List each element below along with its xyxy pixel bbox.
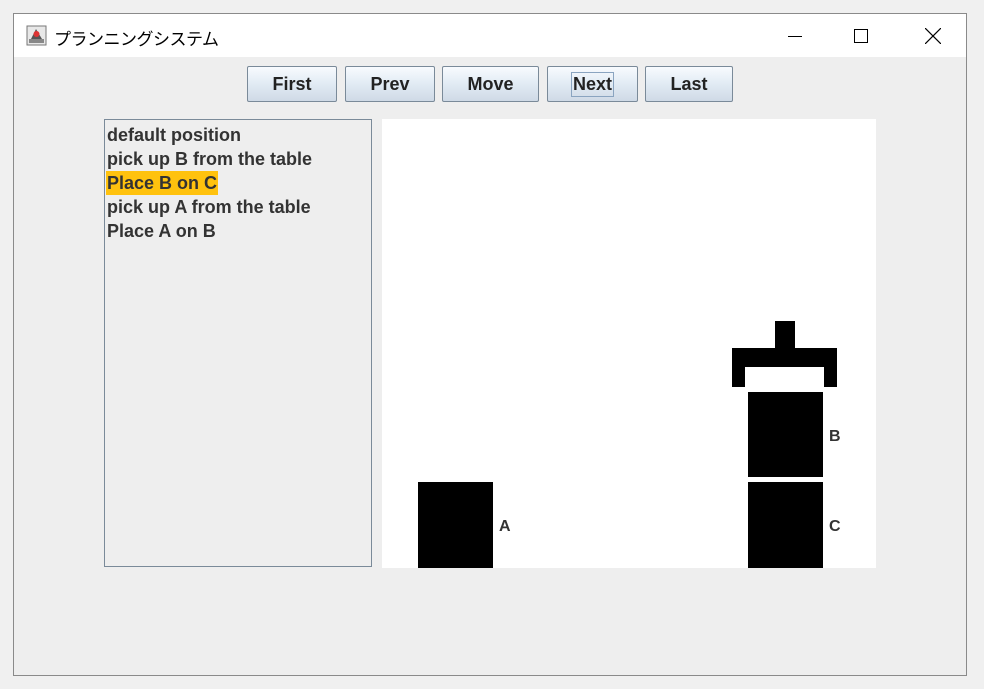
maximize-button[interactable] (838, 14, 884, 57)
block-b-label: B (829, 428, 841, 445)
first-button[interactable]: First (247, 66, 337, 102)
prev-button-label: Prev (370, 73, 410, 94)
blocks-world-scene: A C B (418, 321, 841, 568)
list-item-selected[interactable]: Place B on C (106, 171, 219, 195)
close-icon (925, 27, 941, 44)
window-title: プランニングシステム (54, 30, 219, 50)
maximize-icon (854, 28, 868, 43)
block-b (748, 392, 823, 477)
block-c-label: C (829, 518, 841, 535)
block-c (748, 482, 823, 568)
list-item[interactable]: pick up A from the table (106, 195, 312, 219)
plan-step-list[interactable]: default position pick up B from the tabl… (104, 119, 372, 567)
app-window: プランニングシステム First Prev Move Next Last def… (13, 13, 967, 676)
block-a (418, 482, 493, 568)
move-button-label: Move (467, 73, 514, 94)
blocks-world-canvas: A C B (382, 119, 876, 568)
last-button[interactable]: Last (645, 66, 733, 102)
prev-button[interactable]: Prev (345, 66, 435, 102)
block-a-label: A (499, 518, 511, 535)
minimize-icon (788, 35, 802, 37)
close-button[interactable] (910, 14, 956, 57)
list-item[interactable]: Place A on B (106, 219, 217, 243)
list-item[interactable]: pick up B from the table (106, 147, 313, 171)
last-button-label: Last (670, 73, 708, 94)
list-item[interactable]: default position (106, 123, 242, 147)
next-button-label: Next (570, 71, 614, 97)
java-app-icon (26, 25, 47, 46)
gripper-icon (732, 321, 837, 387)
move-button[interactable]: Move (442, 66, 539, 102)
next-button[interactable]: Next (547, 66, 638, 102)
minimize-button[interactable] (772, 14, 818, 57)
first-button-label: First (272, 73, 312, 94)
title-bar: プランニングシステム (14, 14, 966, 57)
